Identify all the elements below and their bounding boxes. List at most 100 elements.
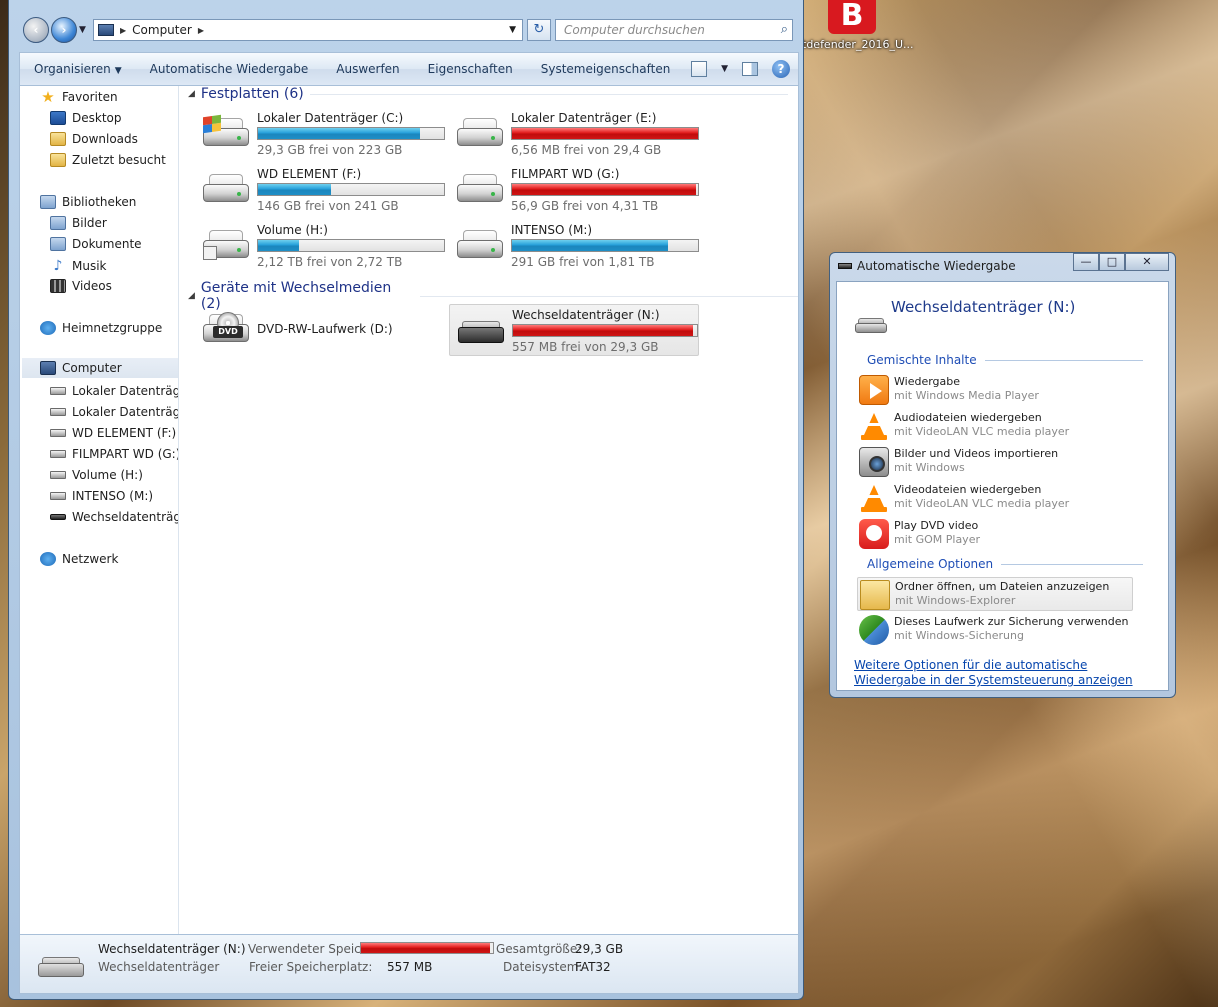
autoplay-button[interactable]: Automatische Wiedergabe bbox=[136, 62, 323, 76]
nav-drive-g[interactable]: FILMPART WD (G:) bbox=[50, 447, 178, 461]
autoplay-dialog: Automatische Wiedergabe — □ ✕ Wechseldat… bbox=[829, 252, 1176, 698]
search-input[interactable]: Computer durchsuchen ⌕ bbox=[555, 19, 793, 41]
autoplay-option[interactable]: Dieses Laufwerk zur Sicherung verwenden m… bbox=[857, 613, 1133, 647]
nav-drive-c[interactable]: Lokaler Datenträger bbox=[50, 384, 178, 398]
help-icon[interactable]: ? bbox=[772, 60, 790, 78]
drive-body bbox=[855, 323, 887, 333]
refresh-button[interactable]: ↻ bbox=[527, 19, 551, 41]
group-header-hard-drives[interactable]: ◢ Festplatten (6) bbox=[188, 86, 788, 102]
hard-drive-icon bbox=[203, 172, 249, 206]
nav-libraries[interactable]: Bibliotheken bbox=[40, 195, 136, 209]
autoplay-option[interactable]: Ordner öffnen, um Dateien anzuzeigen mit … bbox=[857, 577, 1133, 611]
details-fs-label: Dateisystem: bbox=[503, 960, 583, 974]
organize-menu[interactable]: Organisieren ▼ bbox=[20, 62, 136, 76]
drive-tile[interactable]: FILMPART WD (G:) 56,9 GB frei von 4,31 TB bbox=[449, 164, 699, 216]
hard-drive-icon bbox=[50, 429, 66, 437]
autoplay-option[interactable]: Play DVD video mit GOM Player bbox=[857, 517, 1133, 551]
videos-icon bbox=[50, 279, 66, 293]
group-divider bbox=[420, 295, 798, 297]
autoplay-option[interactable]: Wiedergabe mit Windows Media Player bbox=[857, 373, 1133, 407]
section-title: Allgemeine Optionen bbox=[867, 557, 994, 571]
forward-button[interactable]: › bbox=[51, 17, 77, 43]
nav-drive-h[interactable]: Volume (H:) bbox=[50, 468, 143, 482]
breadcrumb-computer[interactable]: Computer bbox=[132, 23, 192, 37]
nav-documents[interactable]: Dokumente bbox=[50, 237, 142, 251]
option-subtitle: mit Windows bbox=[894, 461, 965, 474]
details-fs-value: FAT32 bbox=[575, 960, 611, 974]
autoplay-option[interactable]: Audiodateien wiedergeben mit VideoLAN VLC… bbox=[857, 409, 1133, 443]
dvd-label: DVD bbox=[213, 326, 243, 338]
organize-label: Organisieren bbox=[34, 62, 111, 76]
nav-drive-m[interactable]: INTENSO (M:) bbox=[50, 489, 153, 503]
drive-name: INTENSO (M:) bbox=[511, 223, 593, 237]
removable-drive-icon bbox=[855, 318, 887, 333]
recent-pages-dropdown-icon[interactable]: ▼ bbox=[79, 25, 86, 35]
details-free-value: 557 MB bbox=[387, 960, 433, 974]
explorer-content: ★ Favoriten Desktop Downloads Zuletzt bes… bbox=[19, 86, 799, 934]
nav-drive-f[interactable]: WD ELEMENT (F:) bbox=[50, 426, 176, 440]
drive-tile-removable-n[interactable]: Wechseldatenträger (N:) 557 MB frei von … bbox=[449, 304, 699, 356]
nav-favorites[interactable]: ★ Favoriten bbox=[40, 90, 118, 105]
nav-network[interactable]: Netzwerk bbox=[40, 552, 118, 566]
back-button[interactable]: ‹ bbox=[23, 17, 49, 43]
eject-button[interactable]: Auswerfen bbox=[322, 62, 413, 76]
group-divider bbox=[309, 93, 788, 95]
breadcrumb-arrow-icon[interactable]: ▶ bbox=[198, 26, 204, 35]
collapse-icon[interactable]: ◢ bbox=[188, 89, 195, 99]
nav-label: Favoriten bbox=[62, 90, 118, 104]
drive-tile[interactable]: INTENSO (M:) 291 GB frei von 1,81 TB bbox=[449, 220, 699, 272]
explorer-window: ‹ › ▼ ▶ Computer ▶ ▼ ↻ Computer durchsuc… bbox=[8, 0, 804, 1000]
drive-usage-fill bbox=[258, 184, 331, 195]
system-properties-button[interactable]: Systemeigenschaften bbox=[527, 62, 685, 76]
address-bar[interactable]: ▶ Computer ▶ ▼ bbox=[93, 19, 523, 41]
more-options-link[interactable]: Weitere Optionen für die automatische Wi… bbox=[854, 658, 1154, 688]
drive-tile[interactable]: Lokaler Datenträger (E:) 6,56 MB frei von… bbox=[449, 108, 699, 160]
nav-drive-n[interactable]: Wechseldatenträger bbox=[50, 510, 178, 524]
nav-videos[interactable]: Videos bbox=[50, 279, 112, 293]
drive-free-space: 146 GB frei von 241 GB bbox=[257, 199, 399, 213]
nav-downloads[interactable]: Downloads bbox=[50, 132, 138, 146]
preview-pane-icon[interactable] bbox=[742, 62, 758, 76]
navigation-pane: ★ Favoriten Desktop Downloads Zuletzt bes… bbox=[20, 86, 179, 934]
desktop-icon-label[interactable]: tdefender_2016_U... bbox=[802, 38, 913, 51]
drive-name: Wechseldatenträger (N:) bbox=[512, 308, 660, 322]
breadcrumb-arrow-icon[interactable]: ▶ bbox=[120, 26, 126, 35]
change-view-icon[interactable] bbox=[691, 61, 708, 77]
nav-music[interactable]: ♪ Musik bbox=[50, 258, 107, 274]
maximize-button[interactable]: □ bbox=[1099, 253, 1125, 271]
view-dropdown-icon[interactable]: ▼ bbox=[721, 64, 728, 74]
drive-usage-bar bbox=[257, 239, 445, 252]
autoplay-option[interactable]: Videodateien wiedergeben mit VideoLAN VLC… bbox=[857, 481, 1133, 515]
drive-tile[interactable]: Lokaler Datenträger (C:) 29,3 GB frei von… bbox=[195, 108, 445, 160]
drive-tile-dvd[interactable]: DVD DVD-RW-Laufwerk (D:) bbox=[195, 304, 445, 356]
bitdefender-desktop-icon[interactable]: B bbox=[828, 0, 876, 34]
nav-pictures[interactable]: Bilder bbox=[50, 216, 107, 230]
drive-usage-bar bbox=[257, 127, 445, 140]
autoplay-heading: Wechseldatenträger (N:) bbox=[891, 298, 1076, 316]
drive-name: Lokaler Datenträger (C:) bbox=[257, 111, 404, 125]
drive-tile[interactable]: Volume (H:) 2,12 TB frei von 2,72 TB bbox=[195, 220, 445, 272]
nav-computer[interactable]: Computer bbox=[22, 358, 178, 378]
address-dropdown-icon[interactable]: ▼ bbox=[509, 25, 516, 35]
dvd-drive-icon: DVD bbox=[203, 312, 249, 346]
properties-button[interactable]: Eigenschaften bbox=[414, 62, 527, 76]
close-button[interactable]: ✕ bbox=[1125, 253, 1169, 271]
drive-usage-bar bbox=[512, 324, 698, 337]
autoplay-option[interactable]: Bilder und Videos importieren mit Windows bbox=[857, 445, 1133, 479]
minimize-button[interactable]: — bbox=[1073, 253, 1099, 271]
nav-desktop[interactable]: Desktop bbox=[50, 111, 122, 125]
computer-icon bbox=[40, 361, 56, 375]
nav-label: Downloads bbox=[72, 132, 138, 146]
nav-homegroup[interactable]: Heimnetzgruppe bbox=[40, 321, 162, 335]
nav-recent[interactable]: Zuletzt besucht bbox=[50, 153, 166, 167]
drive-tile[interactable]: WD ELEMENT (F:) 146 GB frei von 241 GB bbox=[195, 164, 445, 216]
drive-usage-bar bbox=[511, 127, 699, 140]
option-title: Ordner öffnen, um Dateien anzuzeigen bbox=[895, 580, 1110, 593]
drive-name: WD ELEMENT (F:) bbox=[257, 167, 362, 181]
hard-drive-icon bbox=[203, 228, 249, 262]
nav-drive-e[interactable]: Lokaler Datenträger bbox=[50, 405, 178, 419]
search-icon[interactable]: ⌕ bbox=[781, 22, 788, 37]
collapse-icon[interactable]: ◢ bbox=[188, 291, 195, 301]
removable-drive-icon bbox=[50, 514, 66, 520]
vlc-icon bbox=[859, 483, 889, 513]
